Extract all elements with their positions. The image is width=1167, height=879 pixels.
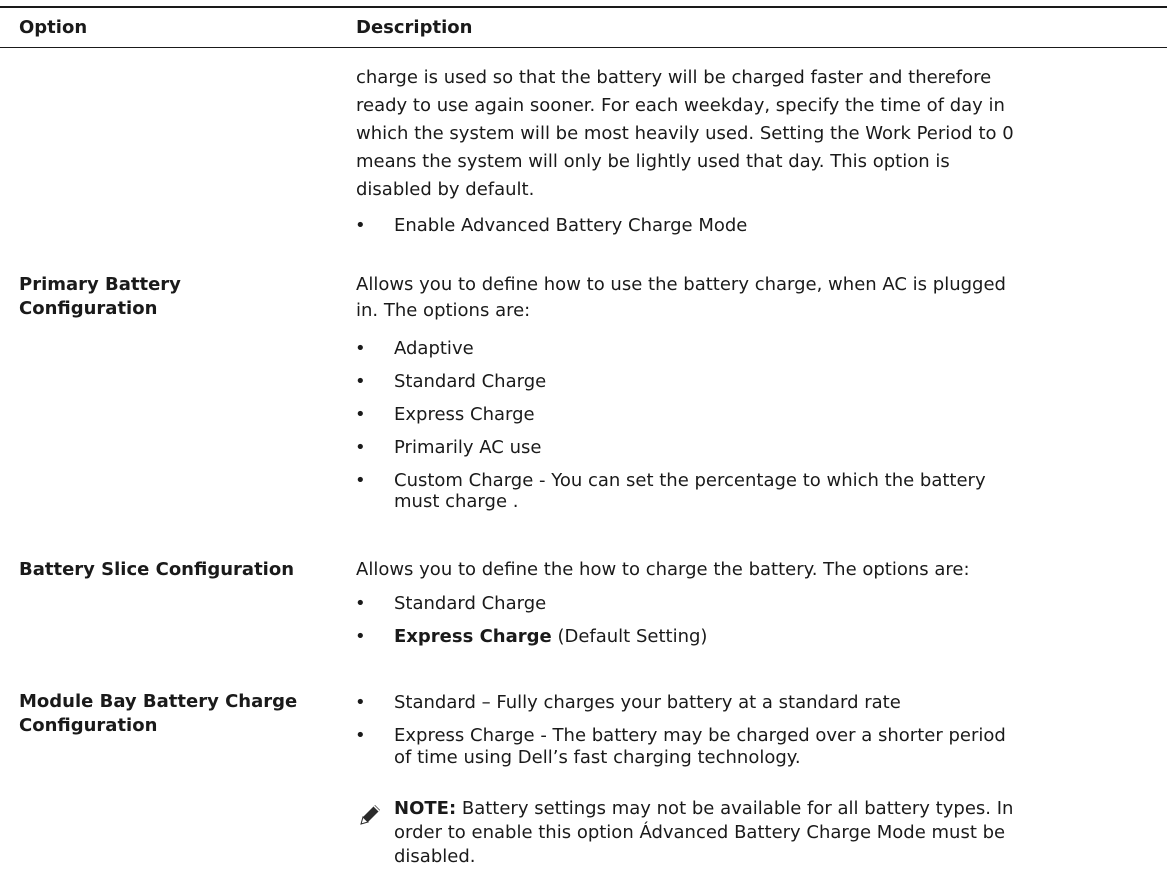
bullet-dot: • xyxy=(355,470,366,491)
list-item: Standard Charge xyxy=(394,593,547,614)
bullet-dot: • xyxy=(355,437,366,458)
list-item: Adaptive xyxy=(394,338,474,359)
header-rule xyxy=(0,47,1167,48)
continued-desc-line: which the system will be most heavily us… xyxy=(356,123,1014,144)
list-item-continuation: must charge . xyxy=(394,491,519,512)
primary-battery-desc-line: in. The options are: xyxy=(356,300,531,321)
bullet-dot: • xyxy=(355,338,366,359)
default-option-label: Express Charge xyxy=(394,626,552,647)
note-line: disabled. xyxy=(394,846,476,867)
list-item: Primarily AC use xyxy=(394,437,542,458)
default-setting-note: (Default Setting) xyxy=(551,626,708,647)
list-item: Enable Advanced Battery Charge Mode xyxy=(394,215,748,236)
option-battery-slice: Battery Slice Configuration xyxy=(19,559,295,580)
pencil-note-icon xyxy=(360,805,380,825)
bullet-dot: • xyxy=(355,593,366,614)
list-item: Express Charge xyxy=(394,404,535,425)
table-top-rule xyxy=(0,6,1167,8)
bullet-dot: • xyxy=(355,404,366,425)
column-header-option: Option xyxy=(19,17,88,38)
note-line: order to enable this option Ádvanced Bat… xyxy=(394,822,1006,843)
list-item-continuation: of time using Dell’s fast charging techn… xyxy=(394,747,801,768)
battery-slice-desc: Allows you to define the how to charge t… xyxy=(356,559,970,580)
option-primary-battery-line: Primary Battery xyxy=(19,274,181,295)
list-item: Express Charge (Default Setting) xyxy=(394,625,707,649)
continued-desc-line: ready to use again sooner. For each week… xyxy=(356,95,1005,116)
bullet-dot: • xyxy=(355,725,366,746)
option-primary-battery-line: Configuration xyxy=(19,298,158,319)
bullet-dot: • xyxy=(355,626,366,647)
list-item: Standard Charge xyxy=(394,371,547,392)
list-item: Standard – Fully charges your battery at… xyxy=(394,692,901,713)
continued-desc-line: charge is used so that the battery will … xyxy=(356,67,992,88)
column-header-description: Description xyxy=(356,17,473,38)
note-line: NOTE: Battery settings may not be availa… xyxy=(394,797,1013,821)
continued-desc-line: disabled by default. xyxy=(356,179,535,200)
bullet-dot: • xyxy=(355,371,366,392)
option-module-bay-line: Module Bay Battery Charge xyxy=(19,691,298,712)
primary-battery-desc-line: Allows you to define how to use the batt… xyxy=(356,274,1006,295)
note-text: Battery settings may not be available fo… xyxy=(456,798,1014,819)
bullet-dot: • xyxy=(355,215,366,236)
option-module-bay-line: Configuration xyxy=(19,715,158,736)
continued-desc-line: means the system will only be lightly us… xyxy=(356,151,950,172)
bullet-dot: • xyxy=(355,692,366,713)
note-label: NOTE: xyxy=(394,798,457,819)
list-item: Express Charge - The battery may be char… xyxy=(394,725,1006,746)
